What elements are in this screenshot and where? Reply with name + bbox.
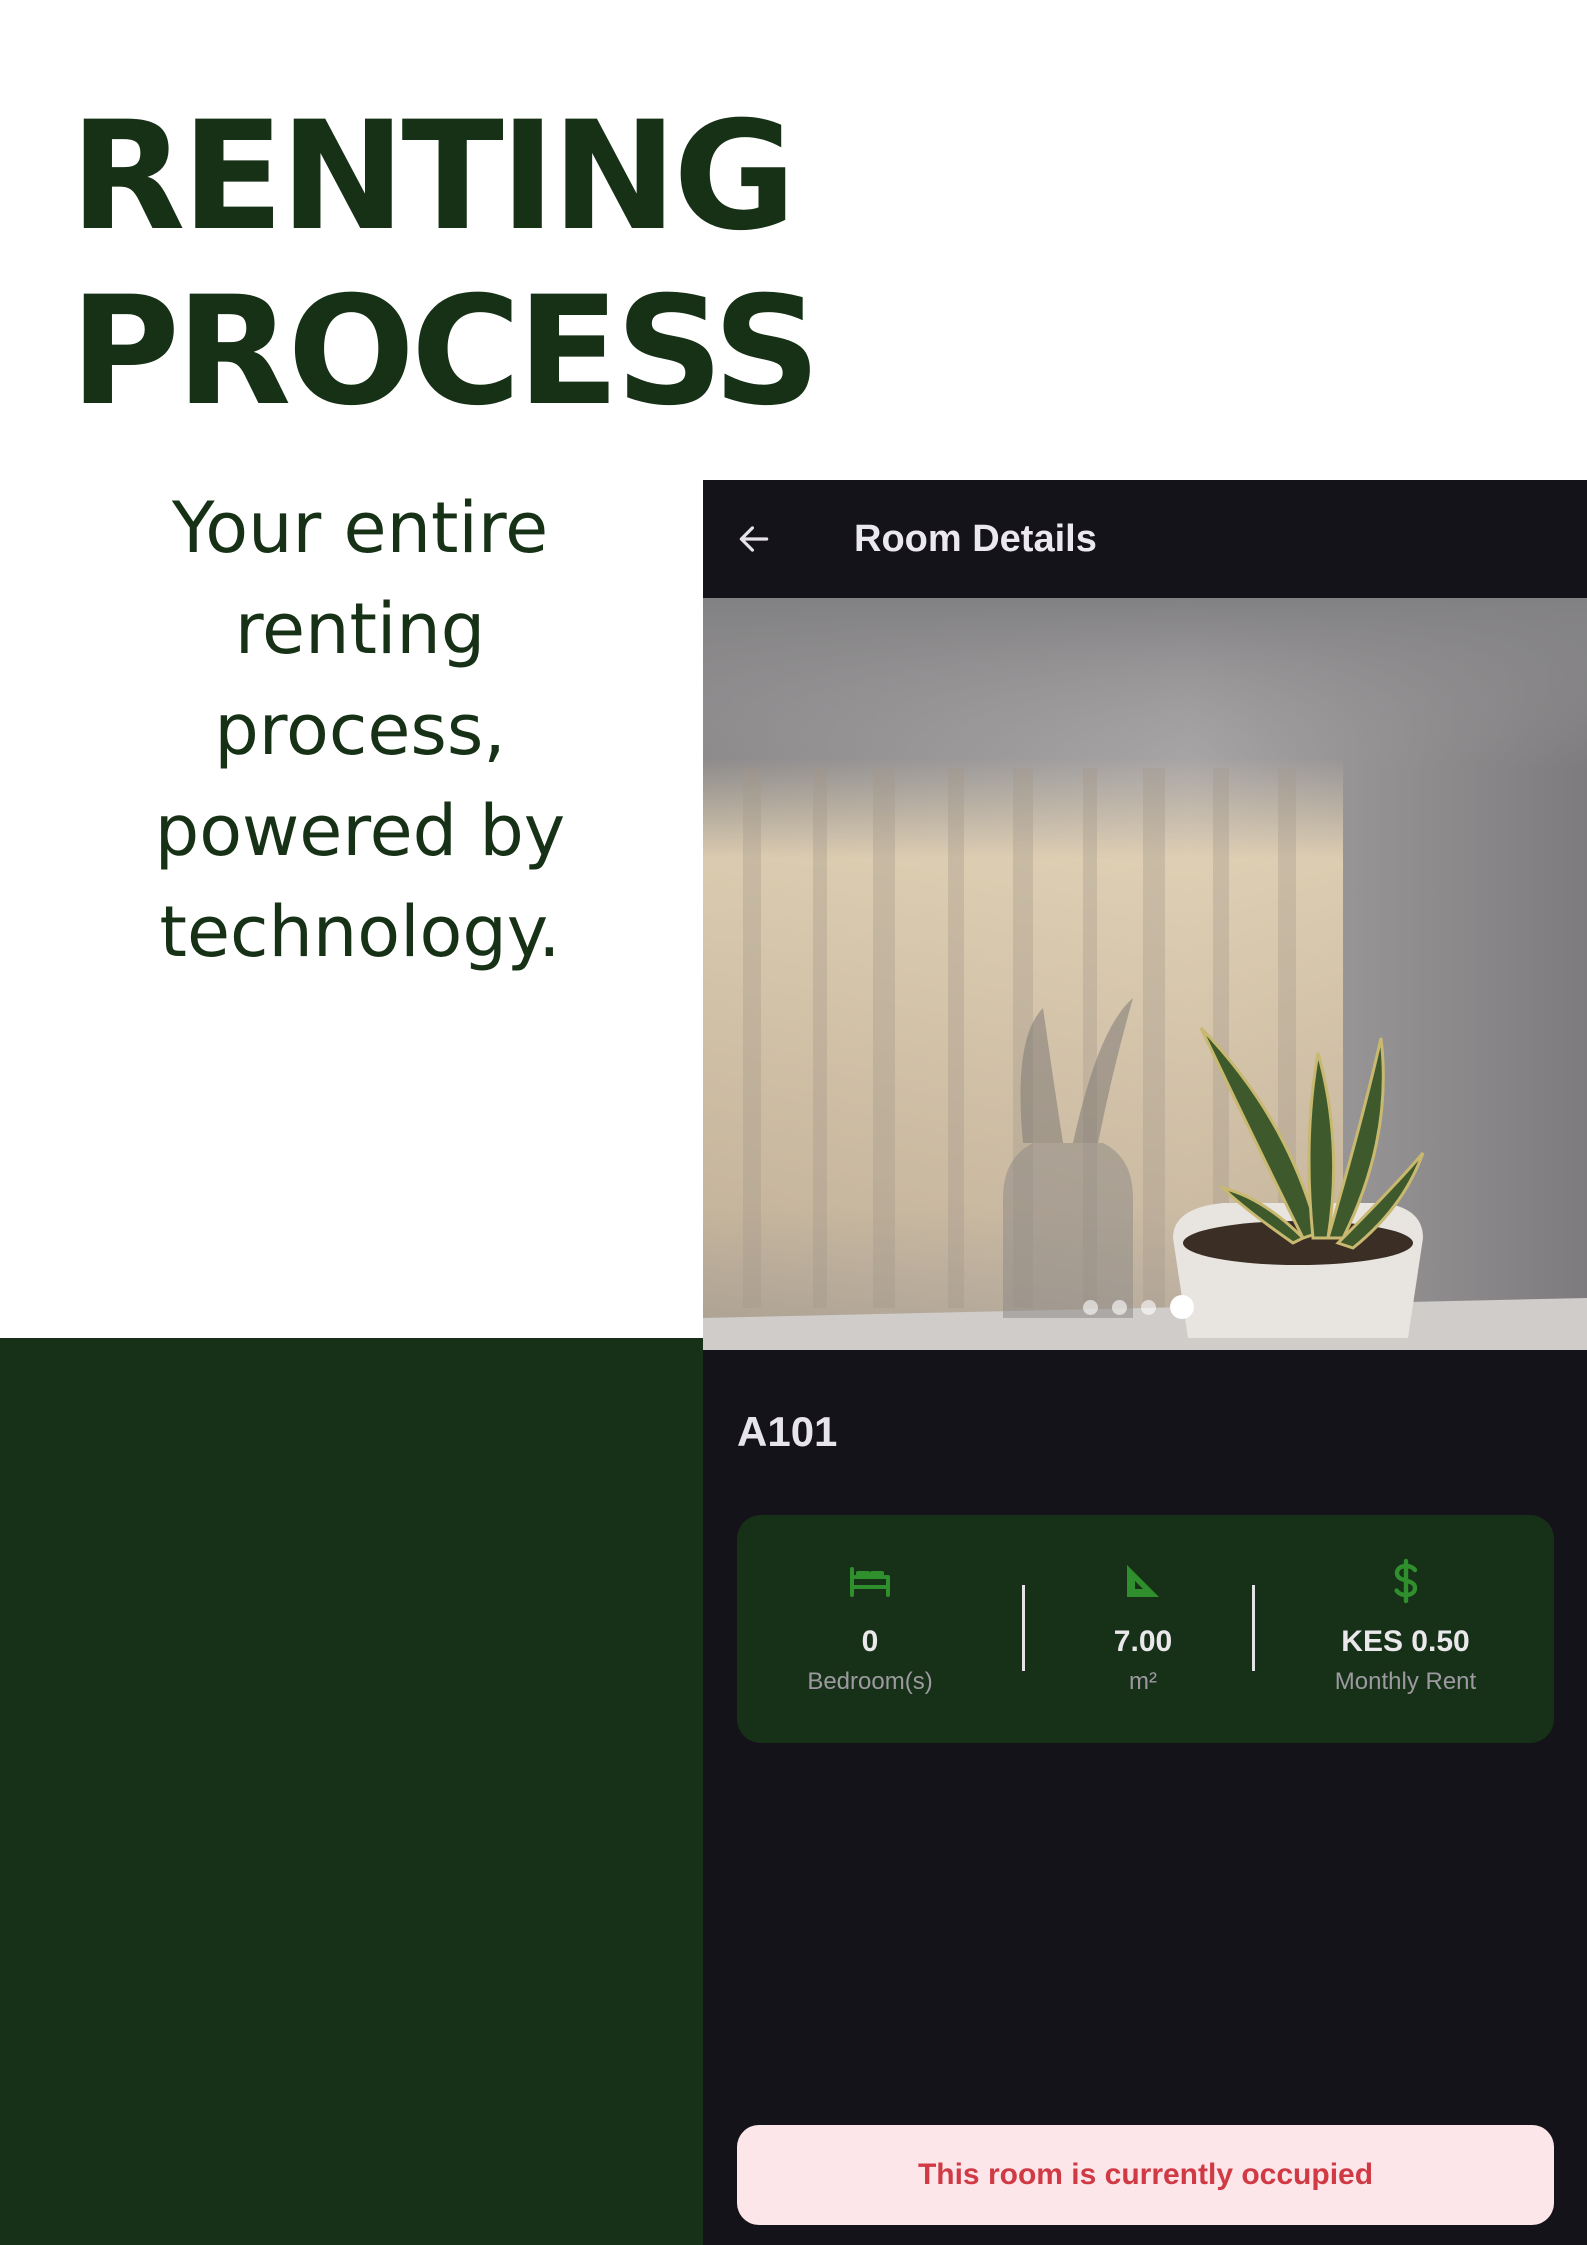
gallery-page-indicator [1083, 1293, 1194, 1321]
dollar-icon [1393, 1558, 1417, 1604]
arrow-left-icon [739, 526, 769, 552]
page: RENTING PROCESS Your entire renting proc… [0, 0, 1587, 2245]
back-button[interactable] [731, 516, 777, 562]
room-photo [703, 598, 1587, 1350]
ruler-triangle-icon [1127, 1565, 1159, 1597]
room-name: A101 [737, 1408, 838, 1455]
screen-title: Room Details [854, 518, 1097, 560]
stat-divider [1252, 1585, 1255, 1671]
occupancy-status-text: This room is currently occupied [917, 2158, 1374, 2191]
stat-rent-value: KES 0.50 [1341, 1625, 1470, 1658]
app-bar: Room Details [703, 480, 1587, 598]
tagline: Your entire renting process, powered by … [154, 487, 566, 973]
app-screenshot: Room Details A101 0 Bedroom(s) 7.00 m² K… [703, 480, 1587, 2245]
room-photo-gallery[interactable] [703, 598, 1587, 1350]
stat-bedrooms-value: 0 [861, 1625, 879, 1658]
stat-area: 7.00 m² [1027, 1515, 1259, 1743]
decorative-green-block [0, 1338, 704, 2245]
bed-icon [850, 1567, 890, 1597]
occupancy-status-banner: This room is currently occupied [737, 2125, 1554, 2225]
stat-divider [1022, 1585, 1025, 1671]
headline-line-1: RENTING [70, 90, 796, 264]
gallery-dot[interactable] [1141, 1299, 1156, 1315]
stat-rent: KES 0.50 Monthly Rent [1257, 1515, 1554, 1743]
stat-area-label: m² [1129, 1668, 1157, 1695]
stat-rent-label: Monthly Rent [1334, 1668, 1477, 1695]
stat-bedrooms-label: Bedroom(s) [807, 1668, 933, 1695]
headline-line-2: PROCESS [70, 265, 821, 439]
headline: RENTING PROCESS [70, 90, 821, 440]
gallery-dot[interactable] [1112, 1299, 1127, 1315]
stat-area-value: 7.00 [1113, 1625, 1173, 1658]
gallery-dot-active[interactable] [1170, 1295, 1194, 1319]
gallery-dot[interactable] [1083, 1299, 1098, 1315]
stat-bedrooms: 0 Bedroom(s) [737, 1515, 1003, 1743]
room-stats-card: 0 Bedroom(s) 7.00 m² KES 0.50 Monthly Re… [737, 1515, 1554, 1743]
